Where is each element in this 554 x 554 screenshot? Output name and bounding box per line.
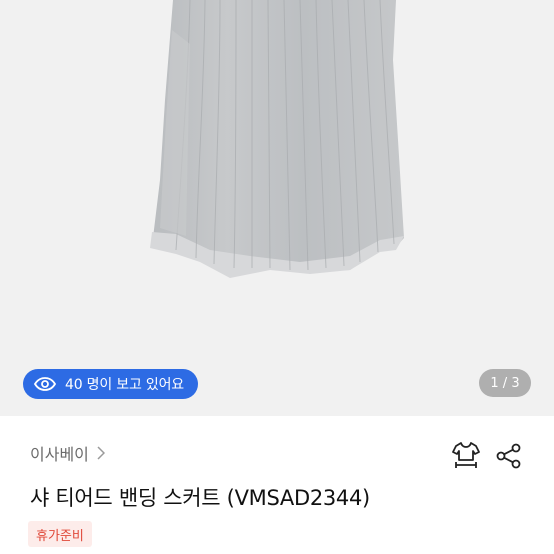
eye-icon — [34, 377, 56, 391]
store-link[interactable]: 이사베이 — [30, 441, 105, 465]
store-name: 이사베이 — [30, 445, 89, 464]
product-title: 샤 티어드 밴딩 스커트 (VMSAD2344) — [30, 486, 370, 510]
product-image — [150, 0, 404, 278]
viewers-badge: 40 명이 보고 있어요 — [23, 369, 198, 399]
share-icon — [496, 443, 521, 469]
product-image-carousel[interactable]: 40 명이 보고 있어요 1 / 3 — [0, 0, 554, 416]
product-tag: 휴가준비 — [28, 521, 92, 547]
size-fit-button[interactable] — [450, 440, 482, 472]
share-button[interactable] — [493, 440, 525, 472]
shirt-size-icon — [452, 442, 480, 468]
product-info: 이사베이 샤 티어드 밴딩 스커트 (VMSAD2344) 휴가준비 — [0, 416, 554, 554]
chevron-right-icon — [97, 446, 105, 460]
image-page-counter: 1 / 3 — [479, 369, 531, 397]
viewers-text: 40 명이 보고 있어요 — [65, 377, 184, 393]
